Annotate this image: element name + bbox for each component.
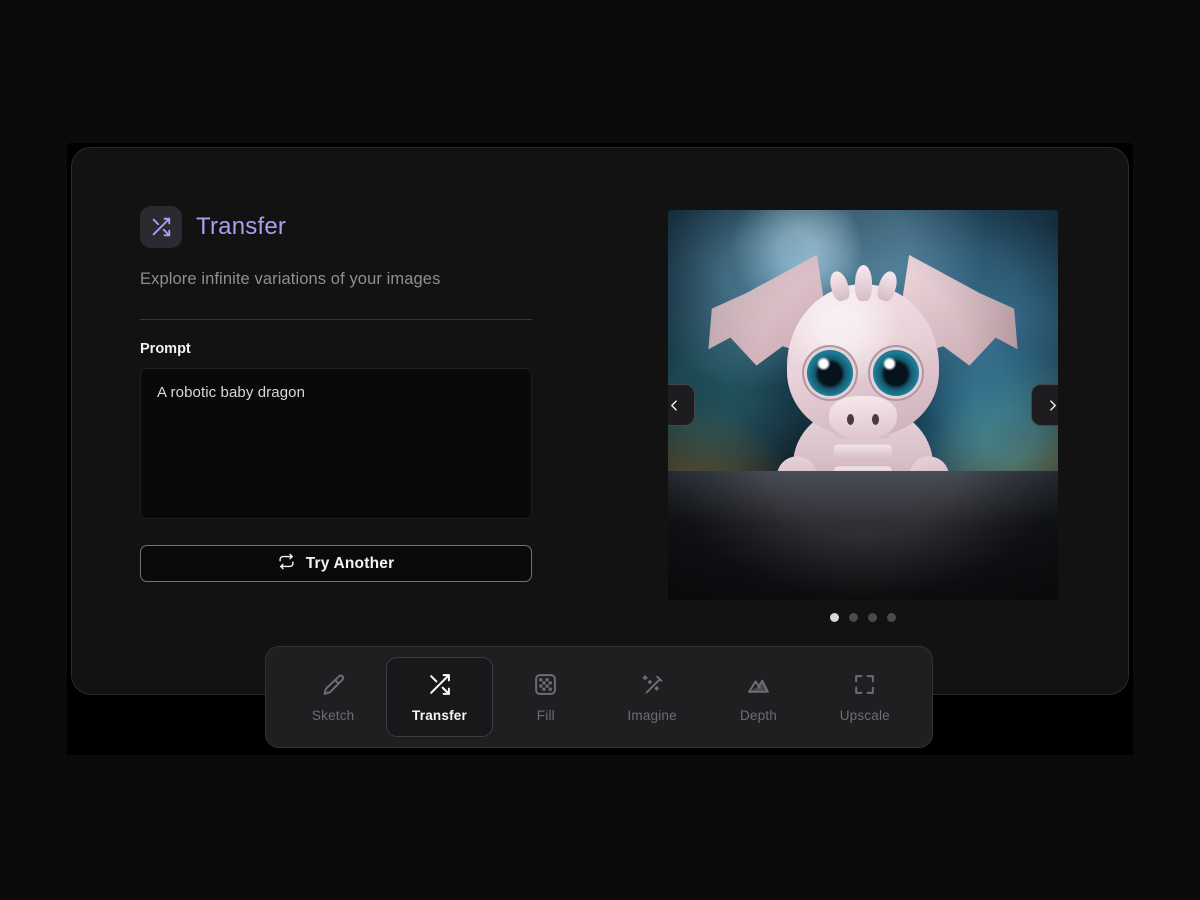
carousel-dot-4[interactable]: [887, 613, 896, 622]
chevron-right-icon[interactable]: [1031, 384, 1058, 426]
checkerboard-icon: [533, 672, 558, 697]
tool-label: Upscale: [840, 708, 890, 723]
controls-column: Transfer Explore infinite variations of …: [140, 206, 532, 582]
generated-image[interactable]: [668, 210, 1058, 600]
tool-upscale[interactable]: Upscale: [812, 657, 918, 737]
chevron-left-icon[interactable]: [668, 384, 695, 426]
shuffle-icon: [427, 672, 452, 697]
carousel-dots: [668, 613, 1058, 622]
divider: [140, 319, 532, 320]
app-panel: Transfer Explore infinite variations of …: [71, 147, 1129, 695]
page-title: Transfer: [196, 215, 286, 239]
tool-label: Imagine: [627, 708, 676, 723]
tool-label: Transfer: [412, 708, 467, 723]
tool-label: Fill: [537, 708, 555, 723]
screenshot-root: Transfer Explore infinite variations of …: [0, 0, 1200, 900]
tool-label: Depth: [740, 708, 777, 723]
carousel-dot-2[interactable]: [849, 613, 858, 622]
tool-dock: Sketch Transfer Fill Imagine Depth Upscale: [265, 646, 933, 748]
prompt-label: Prompt: [140, 341, 532, 357]
shuffle-icon: [140, 206, 182, 248]
pencil-icon: [321, 672, 346, 697]
repeat-icon: [278, 553, 295, 575]
carousel-dot-1[interactable]: [830, 613, 839, 622]
preview-column: [668, 210, 1058, 622]
prompt-input[interactable]: A robotic baby dragon: [140, 368, 532, 519]
tool-fill[interactable]: Fill: [493, 657, 599, 737]
tool-imagine[interactable]: Imagine: [599, 657, 705, 737]
try-another-button[interactable]: Try Another: [140, 545, 532, 582]
tool-transfer[interactable]: Transfer: [386, 657, 492, 737]
magic-wand-icon: [640, 672, 665, 697]
mountain-icon: [746, 672, 771, 697]
tool-depth[interactable]: Depth: [705, 657, 811, 737]
panel-header: Transfer: [140, 206, 532, 248]
try-another-label: Try Another: [306, 555, 395, 573]
tool-sketch[interactable]: Sketch: [280, 657, 386, 737]
panel-subtitle: Explore infinite variations of your imag…: [140, 270, 532, 289]
expand-icon: [852, 672, 877, 697]
carousel-dot-3[interactable]: [868, 613, 877, 622]
image-vignette: [668, 210, 1058, 600]
prompt-value: A robotic baby dragon: [157, 383, 515, 403]
tool-label: Sketch: [312, 708, 354, 723]
